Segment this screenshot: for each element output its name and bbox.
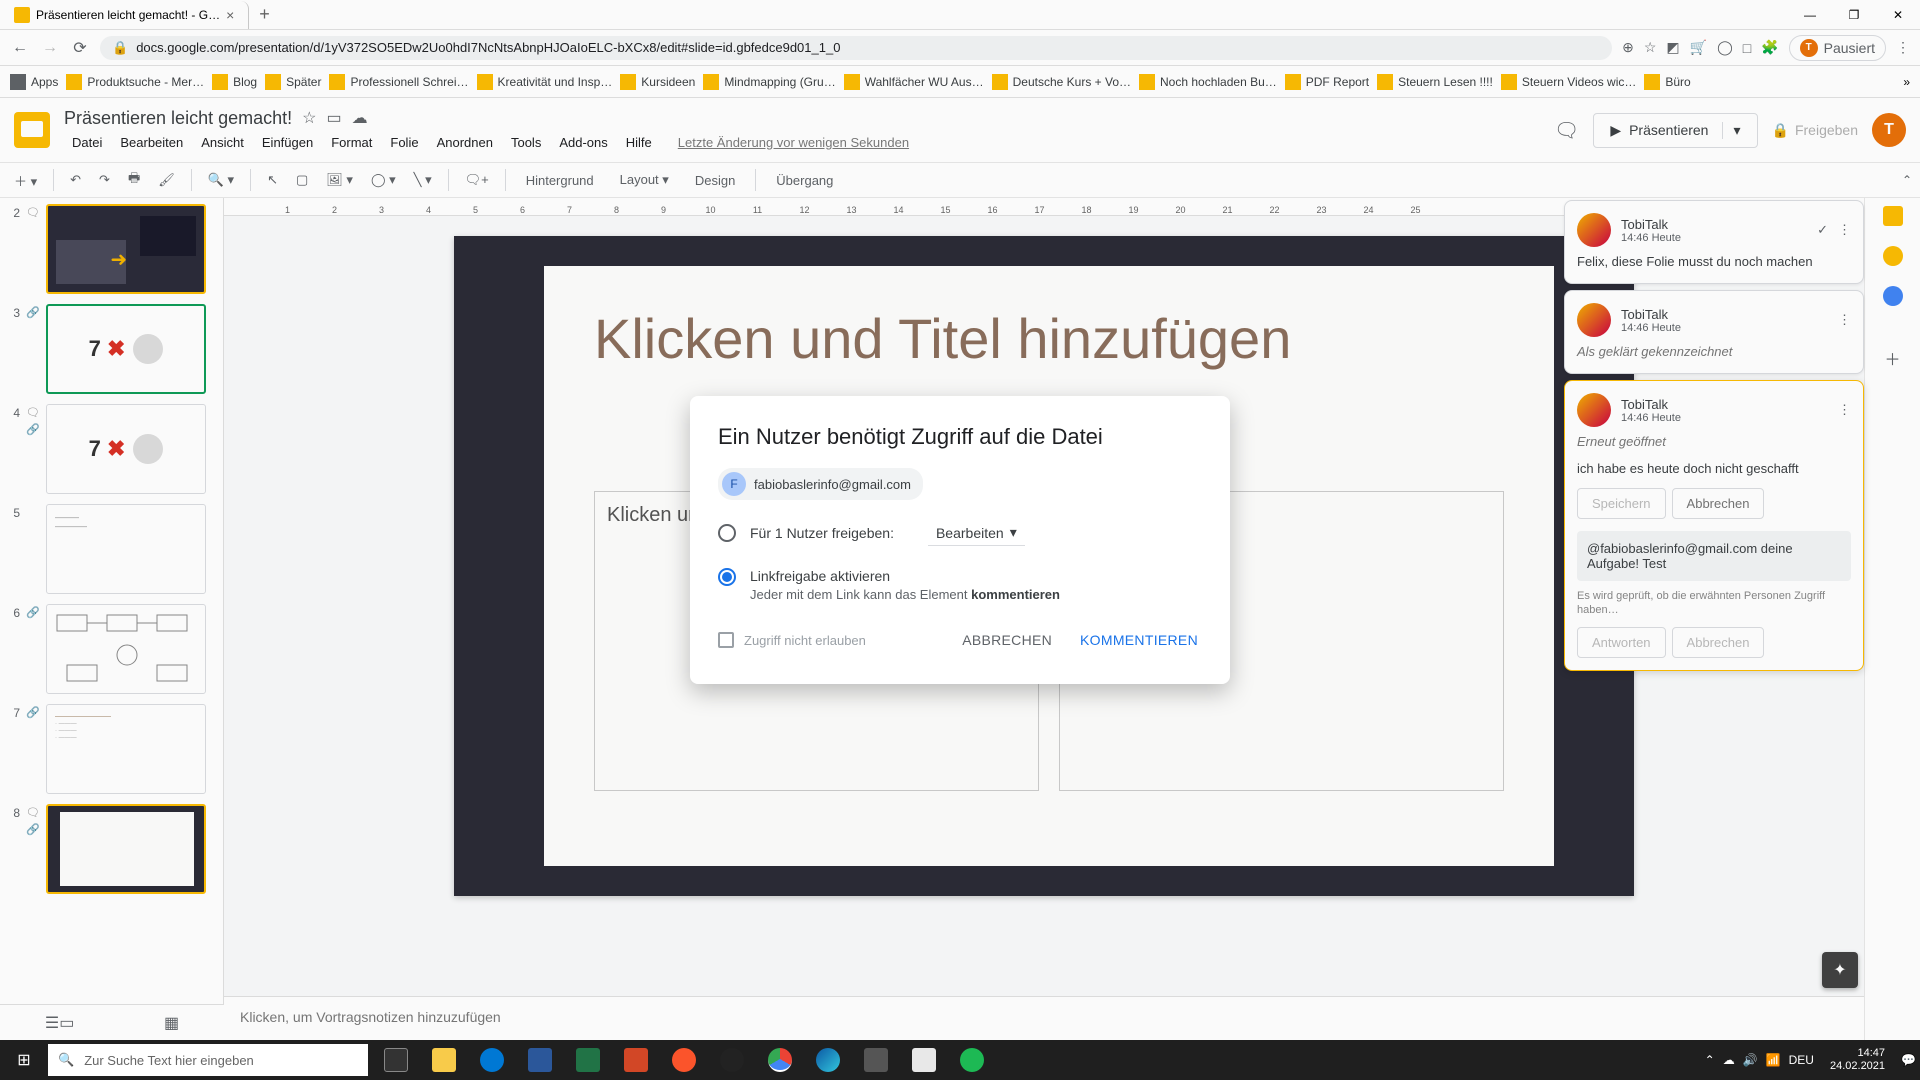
- powerpoint-icon[interactable]: [612, 1040, 660, 1080]
- taskbar-apps: [372, 1040, 996, 1080]
- wifi-icon[interactable]: 📶: [1766, 1053, 1781, 1067]
- tray-overflow-icon[interactable]: ⌃: [1705, 1053, 1715, 1067]
- time: 14:47: [1830, 1047, 1885, 1060]
- dialog-title: Ein Nutzer benötigt Zugriff auf die Date…: [718, 424, 1202, 450]
- system-tray: ⌃ ☁ 🔊 📶 DEU 14:47 24.02.2021 💬: [1705, 1047, 1920, 1073]
- dialog-confirm-button[interactable]: KOMMENTIEREN: [1076, 624, 1202, 656]
- share-option-2[interactable]: Linkfreigabe aktivieren Jeder mit dem Li…: [718, 568, 1202, 602]
- volume-icon[interactable]: 🔊: [1743, 1053, 1758, 1067]
- edge-legacy-icon[interactable]: [468, 1040, 516, 1080]
- option-2-label: Linkfreigabe aktivieren: [750, 568, 1060, 584]
- brave-icon[interactable]: [660, 1040, 708, 1080]
- user-chip[interactable]: F fabiobaslerinfo@gmail.com: [718, 468, 923, 500]
- option-1-label: Für 1 Nutzer freigeben:: [750, 525, 894, 541]
- onedrive-icon[interactable]: ☁: [1723, 1053, 1735, 1067]
- radio-unchecked-icon[interactable]: [718, 524, 736, 542]
- user-chip-avatar: F: [722, 472, 746, 496]
- spotify-icon[interactable]: [948, 1040, 996, 1080]
- date: 24.02.2021: [1830, 1060, 1885, 1073]
- chrome-icon[interactable]: [756, 1040, 804, 1080]
- radio-checked-icon[interactable]: [718, 568, 736, 586]
- access-request-dialog: Ein Nutzer benötigt Zugriff auf die Date…: [690, 396, 1230, 684]
- clock[interactable]: 14:47 24.02.2021: [1822, 1047, 1893, 1073]
- notifications-icon[interactable]: 💬: [1901, 1053, 1916, 1067]
- search-icon: 🔍: [58, 1052, 74, 1068]
- excel-icon[interactable]: [564, 1040, 612, 1080]
- word-icon[interactable]: [516, 1040, 564, 1080]
- language-indicator[interactable]: DEU: [1789, 1053, 1814, 1067]
- explorer-icon[interactable]: [420, 1040, 468, 1080]
- deny-checkbox[interactable]: [718, 632, 734, 648]
- user-chip-email: fabiobaslerinfo@gmail.com: [754, 477, 911, 492]
- app-icon-1[interactable]: [852, 1040, 900, 1080]
- app-icon-2[interactable]: [900, 1040, 948, 1080]
- taskbar-search[interactable]: 🔍 Zur Suche Text hier eingeben: [48, 1044, 368, 1076]
- permission-dropdown[interactable]: Bearbeiten ▾: [928, 520, 1025, 546]
- deny-label: Zugriff nicht erlauben: [744, 633, 866, 648]
- search-placeholder: Zur Suche Text hier eingeben: [84, 1053, 254, 1068]
- modal-overlay: Ein Nutzer benötigt Zugriff auf die Date…: [0, 0, 1920, 1080]
- windows-taskbar: ⊞ 🔍 Zur Suche Text hier eingeben ⌃ ☁ 🔊 📶…: [0, 1040, 1920, 1080]
- obs-icon[interactable]: [708, 1040, 756, 1080]
- dialog-cancel-button[interactable]: ABBRECHEN: [958, 624, 1056, 656]
- share-option-1[interactable]: Für 1 Nutzer freigeben: Bearbeiten ▾: [718, 520, 1202, 546]
- chevron-down-icon: ▾: [1010, 524, 1017, 541]
- start-button[interactable]: ⊞: [0, 1040, 48, 1080]
- task-view-icon[interactable]: [372, 1040, 420, 1080]
- edge-icon[interactable]: [804, 1040, 852, 1080]
- option-2-sublabel: Jeder mit dem Link kann das Element komm…: [750, 587, 1060, 602]
